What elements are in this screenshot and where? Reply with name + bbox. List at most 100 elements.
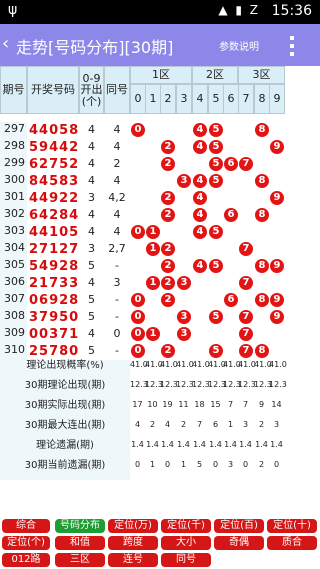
tab-0[interactable]: 综合: [2, 519, 50, 533]
digit-ball: 5: [209, 157, 223, 171]
stat-value: 10: [147, 400, 158, 409]
stat-value: 7: [196, 420, 203, 429]
stat-value: 41.0: [223, 360, 241, 369]
digit-ball: 1: [146, 327, 160, 341]
digit-ball: 3: [177, 174, 191, 188]
header-number: 开奖号码: [27, 66, 79, 114]
digit-ball: 2: [161, 259, 175, 273]
digit-ball: 5: [209, 259, 223, 273]
row-same: 4,2: [108, 191, 126, 204]
digit-ball: 1: [146, 242, 160, 256]
stat-value: 0: [242, 460, 249, 469]
digit-ball: 9: [270, 191, 284, 205]
row-same: -: [115, 293, 119, 306]
tab-7[interactable]: 和值: [55, 536, 105, 550]
row-zero9: 5: [88, 259, 95, 272]
header-zone-3: 3区: [238, 66, 285, 84]
tab-13[interactable]: 三区: [55, 553, 105, 567]
stat-value: 12.3: [238, 380, 256, 389]
tab-5[interactable]: 定位(十): [267, 519, 317, 533]
digit-ball: 8: [255, 293, 269, 307]
row-same: 2,7: [108, 242, 126, 255]
stat-value: 0: [212, 460, 219, 469]
digit-ball: 2: [161, 242, 175, 256]
header-digit: 0: [130, 84, 146, 114]
digit-ball: 0: [131, 123, 145, 137]
tab-12[interactable]: 012路: [2, 553, 50, 567]
tab-6[interactable]: 定位(个): [2, 536, 50, 550]
stat-value: 41.0: [269, 360, 287, 369]
stat-value: 19: [162, 400, 173, 409]
row-zero9: 3: [88, 242, 95, 255]
tab-3[interactable]: 定位(千): [161, 519, 211, 533]
digit-ball: 7: [239, 344, 253, 358]
row-zero9: 4: [88, 276, 95, 289]
stat-value: 1.4: [131, 440, 144, 449]
header-digit: 4: [192, 84, 208, 114]
tab-14[interactable]: 连号: [108, 553, 158, 567]
stat-value: 15: [210, 400, 221, 409]
back-icon[interactable]: ‹: [2, 33, 9, 54]
stat-value: 1.4: [224, 440, 237, 449]
stat-value: 1.4: [270, 440, 283, 449]
stat-value: 14: [271, 400, 282, 409]
more-menu-icon[interactable]: [290, 36, 296, 60]
row-issue: 309: [0, 326, 27, 343]
digit-ball: 0: [131, 225, 145, 239]
stat-value: 9: [258, 400, 265, 409]
tab-2[interactable]: 定位(万): [108, 519, 158, 533]
digit-ball: 4: [193, 191, 207, 205]
tab-15[interactable]: 同号: [161, 553, 211, 567]
stat-value: 1: [227, 420, 234, 429]
row-issue: 305: [0, 258, 27, 275]
stat-value: 1.4: [146, 440, 159, 449]
stat-value: 12.3: [160, 380, 178, 389]
stat-value: 12.3: [223, 380, 241, 389]
row-number: 62752: [29, 157, 80, 172]
row-zero9: 4: [88, 174, 95, 187]
stat-label: 30期当前遗漏(期): [0, 460, 130, 480]
stat-value: 17: [132, 400, 143, 409]
row-issue: 310: [0, 343, 27, 360]
stat-value: 2: [180, 420, 187, 429]
tab-9[interactable]: 大小: [161, 536, 211, 550]
row-zero9: 3: [88, 191, 95, 204]
header-zero9: 0-9 开出 (个): [79, 66, 104, 114]
tab-8[interactable]: 跨度: [108, 536, 158, 550]
row-zero9: 4: [88, 157, 95, 170]
tab-1[interactable]: 号码分布: [55, 519, 105, 533]
row-same: 0: [113, 327, 121, 340]
status-time: 15:36: [271, 3, 312, 19]
stat-value: 12.3: [269, 380, 287, 389]
stat-value: 0: [273, 460, 280, 469]
row-same: 4: [113, 140, 121, 153]
row-zero9: 4: [88, 140, 95, 153]
tab-11[interactable]: 质合: [267, 536, 317, 550]
stat-value: 3: [273, 420, 280, 429]
page-title: 走势[号码分布][30期]: [16, 38, 174, 57]
stat-value: 1.4: [161, 440, 174, 449]
digit-ball: 2: [161, 208, 175, 222]
header-issue: 期号: [0, 66, 27, 114]
row-same: 4: [113, 123, 121, 136]
row-issue: 297: [0, 122, 27, 139]
tab-4[interactable]: 定位(百): [214, 519, 264, 533]
row-number: 37950: [29, 310, 80, 325]
row-number: 06928: [29, 293, 80, 308]
digit-ball: 6: [224, 293, 238, 307]
row-issue: 303: [0, 224, 27, 241]
digit-ball: 3: [177, 327, 191, 341]
row-number: 21733: [29, 276, 80, 291]
stat-label: 30期最大连出(期): [0, 420, 130, 440]
stat-value: 0: [134, 460, 141, 469]
digit-ball: 8: [255, 123, 269, 137]
stat-value: 4: [164, 420, 171, 429]
header-zone-2: 2区: [192, 66, 238, 84]
help-button[interactable]: 参数说明: [219, 38, 259, 53]
header-same: 同号: [104, 66, 130, 114]
tab-10[interactable]: 奇偶: [214, 536, 264, 550]
digit-ball: 1: [146, 225, 160, 239]
digit-ball: 6: [224, 208, 238, 222]
stat-value: 41.0: [130, 360, 148, 369]
digit-ball: 8: [255, 174, 269, 188]
